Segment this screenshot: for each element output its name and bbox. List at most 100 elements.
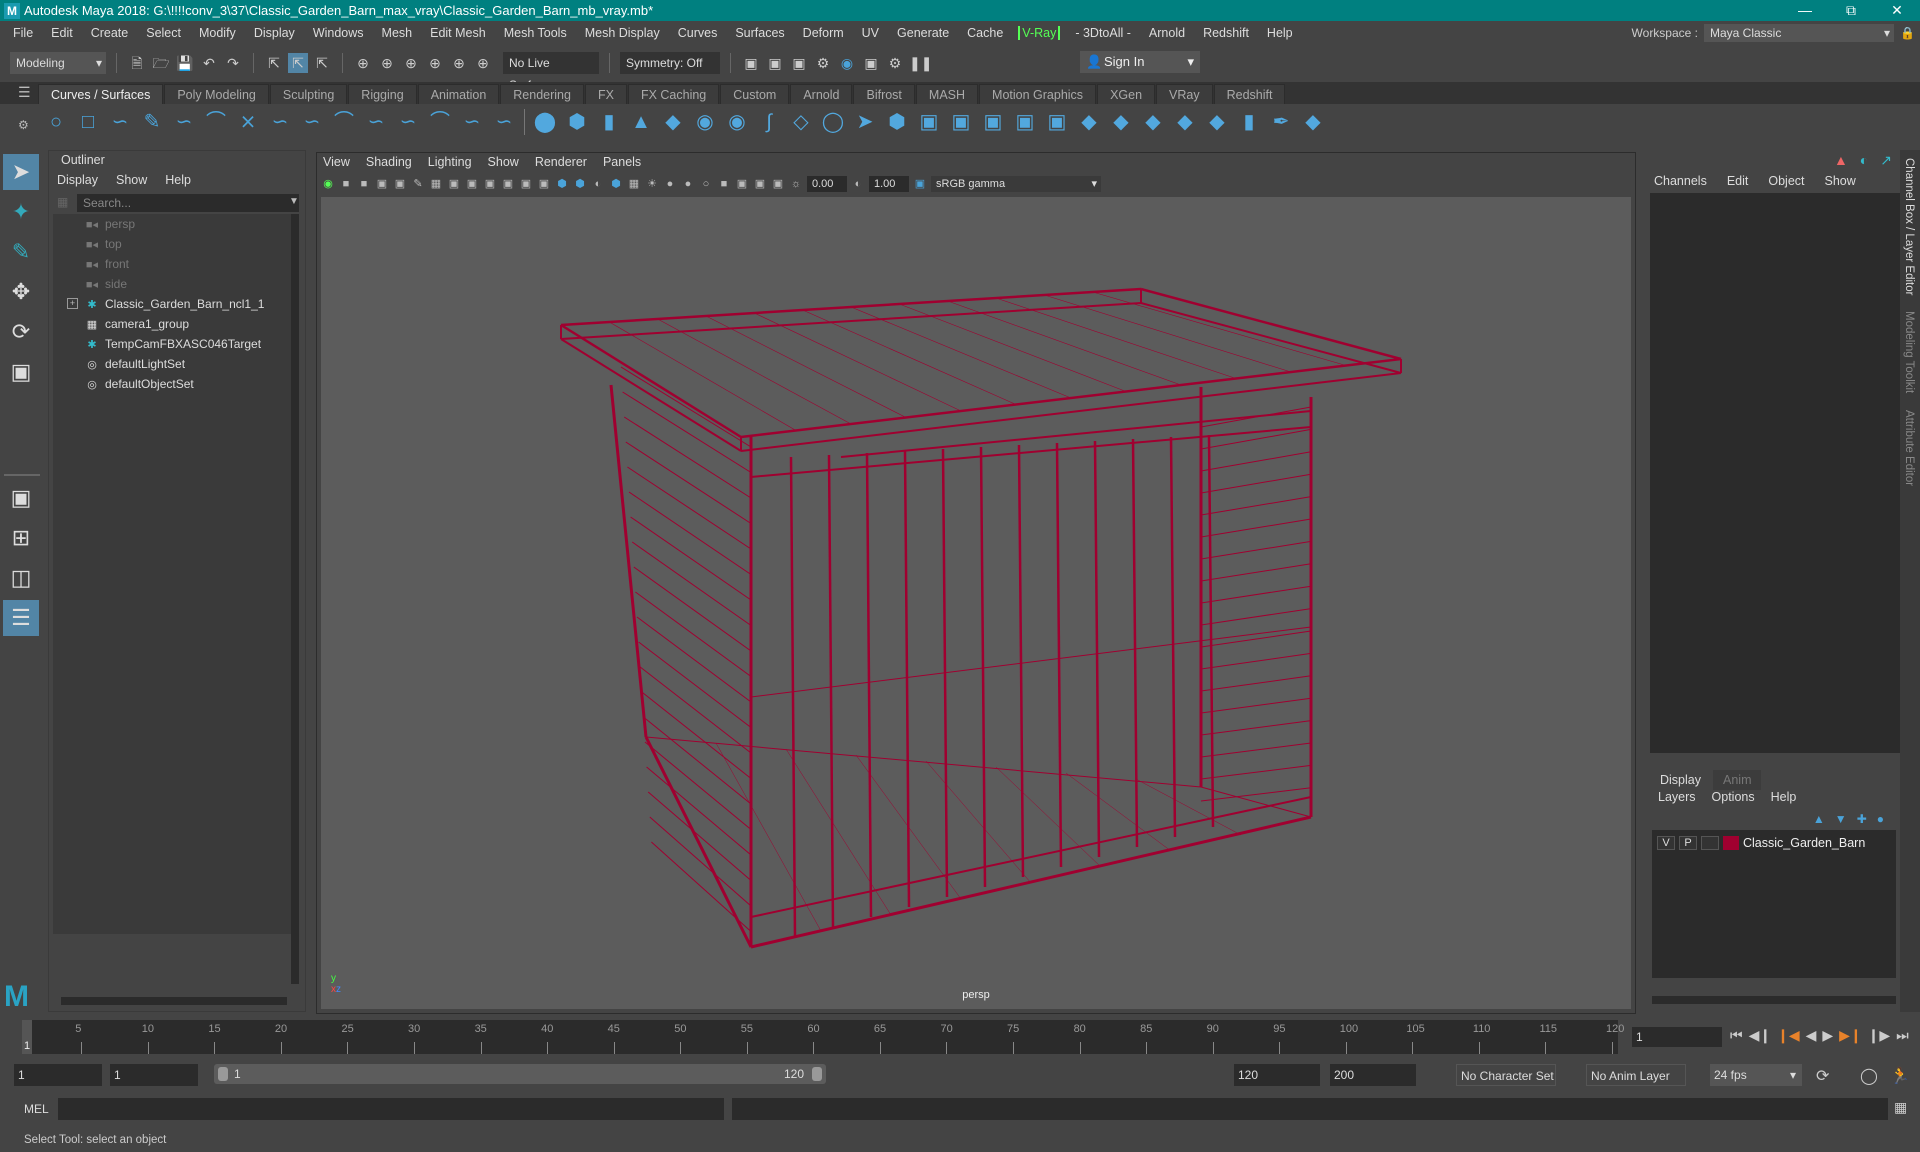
- detach-curves-icon[interactable]: ⌒: [332, 110, 356, 134]
- outliner-vertical-scrollbar[interactable]: [291, 214, 299, 984]
- shelf-tab-vray[interactable]: VRay: [1156, 84, 1213, 104]
- menu-generate[interactable]: Generate: [888, 26, 958, 40]
- playback-range-slider[interactable]: 1 120: [214, 1064, 826, 1084]
- outliner-horizontal-scrollbar[interactable]: [61, 997, 287, 1005]
- layer-playback-toggle[interactable]: P: [1679, 836, 1697, 850]
- resolution-gate-icon[interactable]: ▣: [465, 177, 479, 191]
- cv-curve-icon[interactable]: ∽: [108, 110, 132, 134]
- scale-tool-icon[interactable]: ▣: [3, 354, 39, 390]
- select-object-icon[interactable]: ⇱: [288, 52, 308, 73]
- render-view-icon[interactable]: ▣: [741, 53, 761, 73]
- outliner-item[interactable]: ✱ TempCamFBXASC046Target: [53, 334, 293, 354]
- viewport-menu-shading[interactable]: Shading: [366, 155, 412, 169]
- shelf-tab-redshift[interactable]: Redshift: [1213, 84, 1286, 104]
- menu-mesh-tools[interactable]: Mesh Tools: [495, 26, 576, 40]
- layer-row[interactable]: V P Classic_Garden_Barn: [1652, 830, 1896, 856]
- channel-box-menu-edit[interactable]: Edit: [1727, 174, 1749, 188]
- shelf-tab-fx-caching[interactable]: FX Caching: [627, 84, 720, 104]
- menu-file[interactable]: File: [4, 26, 42, 40]
- fps-dropdown[interactable]: 24 fps ▾: [1710, 1064, 1802, 1086]
- menu-uv[interactable]: UV: [853, 26, 888, 40]
- nurbs-square-icon[interactable]: □: [76, 110, 100, 134]
- paint-select-tool-icon[interactable]: ✎: [3, 234, 39, 270]
- channel-box-toggle-icon[interactable]: ▲: [1834, 152, 1848, 169]
- nurbs-torus-icon[interactable]: ◉: [693, 110, 717, 134]
- menu-3dtoall[interactable]: - 3DtoAll -: [1066, 26, 1140, 40]
- layer-menu-options[interactable]: Options: [1712, 790, 1755, 804]
- side-tab-modeling-toolkit[interactable]: Modeling Toolkit: [1900, 303, 1918, 401]
- trim-tool-icon[interactable]: ▣: [1045, 110, 1069, 134]
- birail-icon[interactable]: ➤: [853, 110, 877, 134]
- project-curve-icon[interactable]: ▣: [1013, 110, 1037, 134]
- step-forward-key-icon[interactable]: ❙▶: [1868, 1027, 1891, 1044]
- snap-live-icon[interactable]: ⊕: [449, 53, 469, 73]
- outliner-item[interactable]: ◎ defaultLightSet: [53, 354, 293, 374]
- gamma-icon[interactable]: ◐: [851, 177, 865, 191]
- outliner-menu-display[interactable]: Display: [57, 173, 98, 187]
- image-plane-icon[interactable]: ▣: [375, 177, 389, 191]
- menu-help[interactable]: Help: [1258, 26, 1302, 40]
- outliner-item[interactable]: ◎ defaultObjectSet: [53, 374, 293, 394]
- safe-title-icon[interactable]: ▣: [537, 177, 551, 191]
- nurbs-circle-icon[interactable]: ○: [44, 110, 68, 134]
- use-all-lights-icon[interactable]: ▦: [627, 177, 641, 191]
- menu-select[interactable]: Select: [137, 26, 190, 40]
- isolate-select-icon[interactable]: ▣: [735, 177, 749, 191]
- menu-display[interactable]: Display: [245, 26, 304, 40]
- anti-aliasing-icon[interactable]: ○: [699, 177, 713, 191]
- xray-joints-icon[interactable]: ▣: [771, 177, 785, 191]
- nurbs-cylinder-icon[interactable]: ▮: [597, 110, 621, 134]
- playback-end-field[interactable]: 120: [1234, 1064, 1320, 1086]
- shelf-tab-rigging[interactable]: Rigging: [348, 84, 417, 104]
- pause-icon[interactable]: ❚❚: [909, 53, 932, 73]
- outliner-search-input[interactable]: Search...: [77, 194, 299, 212]
- outliner-item[interactable]: ■◂ top: [53, 234, 293, 254]
- anim-layer-dropdown[interactable]: No Anim Layer: [1586, 1064, 1686, 1086]
- shelf-tab-motion-graphics[interactable]: Motion Graphics: [979, 84, 1097, 104]
- side-tab-channel-box[interactable]: Channel Box / Layer Editor: [1900, 150, 1918, 303]
- extrude-icon[interactable]: ◯: [821, 110, 845, 134]
- snap-view-plane-icon[interactable]: ⊕: [425, 53, 445, 73]
- nurbs-plane-icon[interactable]: ◆: [661, 110, 685, 134]
- wireframe-icon[interactable]: ⬢: [555, 177, 569, 191]
- outliner-tab[interactable]: Outliner: [53, 151, 113, 169]
- menu-edit[interactable]: Edit: [42, 26, 82, 40]
- step-back-frame-icon[interactable]: ❙◀: [1777, 1027, 1800, 1044]
- chevron-down-icon[interactable]: ▼: [289, 196, 299, 207]
- go-to-end-icon[interactable]: ⏭: [1896, 1027, 1909, 1044]
- select-camera-icon[interactable]: ◉: [321, 177, 335, 191]
- viewport-menu-show[interactable]: Show: [488, 155, 519, 169]
- render-settings-icon[interactable]: ⚙: [813, 53, 833, 73]
- snap-point-icon[interactable]: ⊕: [401, 53, 421, 73]
- light-editor-icon[interactable]: ⚙: [885, 53, 905, 73]
- lasso-tool-icon[interactable]: ✦: [3, 194, 39, 230]
- save-scene-icon[interactable]: 💾: [175, 53, 195, 73]
- open-scene-icon[interactable]: 🗁: [151, 53, 171, 73]
- loft-icon[interactable]: ∫: [757, 110, 781, 134]
- sign-in-button[interactable]: 👤 Sign In ▾: [1080, 51, 1200, 73]
- gate-mask-icon[interactable]: ▣: [483, 177, 497, 191]
- range-start-handle[interactable]: [218, 1067, 228, 1081]
- pencil-curve-icon[interactable]: ✎: [140, 110, 164, 134]
- channel-box-menu-object[interactable]: Object: [1768, 174, 1804, 188]
- ipr-icon[interactable]: ▣: [789, 53, 809, 73]
- shelf-tab-custom[interactable]: Custom: [720, 84, 790, 104]
- surface-editing-icon[interactable]: ◆: [1301, 110, 1325, 134]
- smooth-shade-icon[interactable]: ⬢: [573, 177, 587, 191]
- expand-icon[interactable]: +: [67, 298, 78, 309]
- step-forward-frame-icon[interactable]: ▶❙: [1839, 1027, 1862, 1044]
- extend-curve-icon[interactable]: ∽: [396, 110, 420, 134]
- animation-start-field[interactable]: 1: [14, 1064, 102, 1086]
- screen-space-ao-icon[interactable]: ●: [663, 177, 677, 191]
- nurbs-sphere-icon[interactable]: ⬤: [533, 110, 557, 134]
- untrim-icon[interactable]: ◆: [1077, 110, 1101, 134]
- wireframe-on-shaded-icon[interactable]: ◐: [591, 177, 605, 191]
- menu-arnold[interactable]: Arnold: [1140, 26, 1194, 40]
- grid-icon[interactable]: ▦: [429, 177, 443, 191]
- outliner-item[interactable]: ■◂ side: [53, 274, 293, 294]
- select-hierarchy-icon[interactable]: ⇱: [264, 53, 284, 73]
- play-backwards-icon[interactable]: ◀: [1806, 1027, 1817, 1044]
- render-frame-icon[interactable]: ▣: [765, 53, 785, 73]
- rotate-tool-icon[interactable]: ⟳: [3, 314, 39, 350]
- move-layer-down-icon[interactable]: ▼: [1835, 812, 1847, 826]
